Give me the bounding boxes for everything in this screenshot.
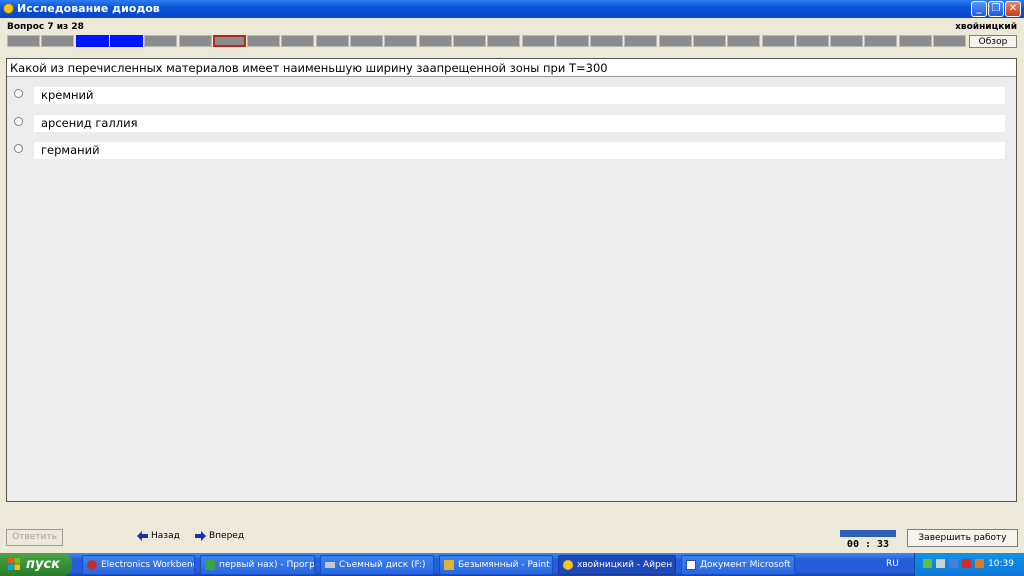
review-button[interactable]: Обзор: [969, 35, 1017, 48]
question-segment[interactable]: [281, 35, 314, 47]
question-segment[interactable]: [693, 35, 726, 47]
taskbar: пуск Electronics Workbenc... первый нах)…: [0, 553, 1024, 576]
radio-button[interactable]: [14, 117, 23, 126]
system-tray: 10:39: [914, 553, 1024, 576]
question-segment[interactable]: [213, 35, 246, 47]
question-segment[interactable]: [727, 35, 760, 47]
question-segment[interactable]: [762, 35, 795, 47]
question-segment[interactable]: [899, 35, 932, 47]
radio-button[interactable]: [14, 89, 23, 98]
answer-label[interactable]: германий: [34, 142, 1005, 159]
question-segment[interactable]: [179, 35, 212, 47]
taskbar-item-label: Документ Microsoft ...: [700, 560, 795, 570]
taskbar-item[interactable]: хвойницкий - Айрен: [558, 555, 676, 575]
taskbar-item[interactable]: Electronics Workbenc...: [82, 555, 195, 575]
question-segment[interactable]: [7, 35, 40, 47]
header-strip: Вопрос 7 из 28 хвойницкий Обзор: [0, 18, 1024, 48]
maximize-button[interactable]: ❐: [988, 1, 1004, 17]
taskbar-item[interactable]: первый нах) - Прогр...: [200, 555, 315, 575]
question-segment[interactable]: [487, 35, 520, 47]
taskbar-item-label: первый нах) - Прогр...: [219, 560, 315, 570]
minimize-button[interactable]: _: [971, 1, 987, 17]
taskbar-item[interactable]: Документ Microsoft ...: [681, 555, 795, 575]
question-segment[interactable]: [316, 35, 349, 47]
question-segment[interactable]: [659, 35, 692, 47]
timer-progress-bar: [840, 530, 896, 537]
back-label: Назад: [151, 531, 180, 541]
taskbar-item-label: Electronics Workbenc...: [101, 560, 194, 570]
question-segment[interactable]: [556, 35, 589, 47]
question-segment[interactable]: [350, 35, 383, 47]
taskbar-item[interactable]: Безымянный - Paint: [439, 555, 553, 575]
start-label: пуск: [26, 557, 60, 572]
image-icon: [205, 560, 215, 570]
title-bar: Исследование диодов _ ❐ ✕: [0, 0, 1024, 18]
network-icon[interactable]: [923, 559, 932, 568]
question-segment[interactable]: [247, 35, 280, 47]
taskbar-item-label: хвойницкий - Айрен: [577, 560, 673, 570]
windows-flag-icon: [8, 558, 20, 570]
question-segment[interactable]: [830, 35, 863, 47]
question-panel: Какой из перечисленных материалов имеет …: [6, 58, 1017, 502]
answer-label[interactable]: арсенид галлия: [34, 115, 1005, 132]
arrow-right-icon: [195, 531, 206, 541]
question-segment[interactable]: [590, 35, 623, 47]
drive-icon: [325, 562, 335, 568]
radio-button[interactable]: [14, 144, 23, 153]
question-segment[interactable]: [624, 35, 657, 47]
question-segment[interactable]: [864, 35, 897, 47]
question-segment[interactable]: [522, 35, 555, 47]
question-segment[interactable]: [933, 35, 966, 47]
answer-button[interactable]: Ответить: [6, 529, 63, 546]
clock: 10:39: [988, 559, 1014, 569]
question-segment[interactable]: [384, 35, 417, 47]
connection-icon[interactable]: [949, 559, 958, 568]
taskbar-item-label: Безымянный - Paint: [458, 560, 550, 570]
display-icon[interactable]: [936, 559, 945, 568]
timer: 00 : 33: [846, 539, 890, 550]
window-title: Исследование диодов: [17, 2, 160, 15]
language-indicator[interactable]: RU: [886, 553, 899, 576]
question-segment[interactable]: [41, 35, 74, 47]
answer-label[interactable]: кремний: [34, 87, 1005, 104]
question-segment[interactable]: [144, 35, 177, 47]
taskbar-item-label: Съемный диск (F:): [339, 560, 426, 570]
question-segment[interactable]: [76, 35, 109, 47]
question-segment[interactable]: [453, 35, 486, 47]
taskbar-item[interactable]: Съемный диск (F:): [320, 555, 434, 575]
question-segment[interactable]: [796, 35, 829, 47]
question-segment[interactable]: [110, 35, 143, 47]
back-button[interactable]: Назад: [137, 531, 180, 545]
volume-icon[interactable]: [975, 559, 984, 568]
user-name: хвойницкий: [955, 22, 1017, 32]
start-button[interactable]: пуск: [0, 553, 72, 576]
forward-label: Вперед: [209, 531, 245, 541]
app-icon: [3, 3, 14, 14]
finish-button[interactable]: Завершить работу: [907, 529, 1018, 547]
forward-button[interactable]: Вперед: [195, 531, 244, 545]
question-text: Какой из перечисленных материалов имеет …: [7, 59, 1016, 77]
close-button[interactable]: ✕: [1005, 1, 1021, 17]
paint-icon: [444, 560, 454, 570]
antivirus-icon[interactable]: [962, 559, 971, 568]
question-segment[interactable]: [419, 35, 452, 47]
workbench-icon: [87, 560, 97, 570]
app-icon: [563, 560, 573, 570]
arrow-left-icon: [137, 531, 148, 541]
question-counter: Вопрос 7 из 28: [7, 22, 84, 32]
word-icon: [686, 560, 696, 570]
